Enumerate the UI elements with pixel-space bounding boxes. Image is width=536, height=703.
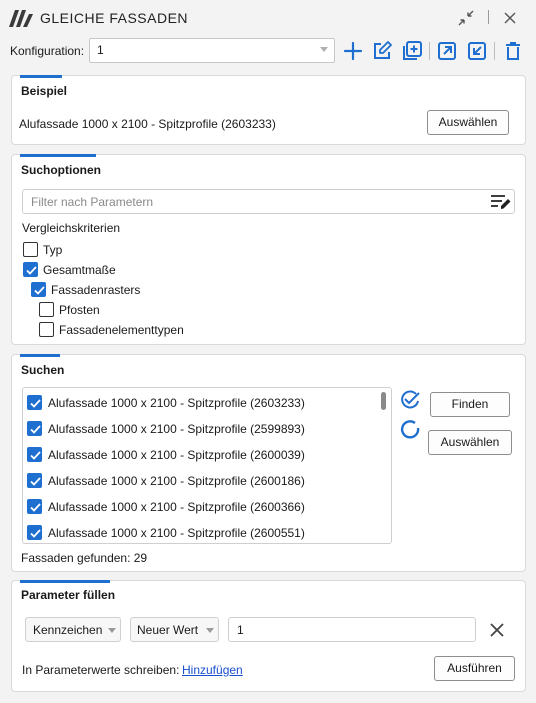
title-bar: GLEICHE FASSADEN — [0, 0, 536, 36]
list-item[interactable]: Alufassade 1000 x 2100 - Spitzprofile (2… — [23, 520, 383, 543]
parameter-filter-input[interactable]: Filter nach Parametern — [22, 189, 515, 214]
select-results-button[interactable]: Auswählen — [428, 430, 512, 455]
clear-icon[interactable] — [488, 621, 506, 639]
parameter-dropdown[interactable]: Kennzeichen — [25, 617, 121, 642]
result-checkbox[interactable] — [27, 525, 42, 540]
logo-icon — [9, 10, 33, 27]
chevron-down-icon — [206, 628, 214, 633]
result-checkbox[interactable] — [27, 473, 42, 488]
criterion-checkbox[interactable] — [23, 242, 38, 257]
fill-params-title: Parameter füllen — [21, 588, 116, 602]
criterion-label: Pfosten — [59, 303, 100, 317]
panel-accent — [20, 154, 96, 157]
fill-params-panel: Parameter füllen Kennzeichen Neuer Wert … — [11, 580, 526, 692]
import-icon[interactable] — [466, 40, 488, 62]
config-select[interactable]: 1 — [89, 38, 335, 63]
checkmark-icon — [30, 477, 41, 486]
result-label: Alufassade 1000 x 2100 - Spitzprofile (2… — [48, 422, 305, 436]
result-checkbox[interactable] — [27, 499, 42, 514]
criterion-label: Typ — [43, 243, 63, 257]
checkmark-icon — [34, 286, 45, 295]
uncheck-all-icon[interactable] — [399, 419, 421, 441]
result-checkbox[interactable] — [27, 395, 42, 410]
result-checkbox[interactable] — [27, 447, 42, 462]
config-select-value: 1 — [97, 43, 104, 57]
result-label: Alufassade 1000 x 2100 - Spitzprofile (2… — [48, 526, 305, 540]
criterion-gesamtmasse[interactable]: Gesamtmaße — [22, 261, 222, 279]
result-label: Alufassade 1000 x 2100 - Spitzprofile (2… — [48, 448, 305, 462]
example-title: Beispiel — [21, 84, 68, 98]
trash-icon[interactable] — [502, 40, 524, 62]
criterion-checkbox[interactable] — [39, 302, 54, 317]
example-select-button[interactable]: Auswählen — [427, 110, 509, 135]
parameter-value-text: 1 — [237, 623, 244, 637]
criterion-fassadenelementtypen[interactable]: Fassadenelementtypen — [38, 321, 258, 339]
list-item[interactable]: Alufassade 1000 x 2100 - Spitzprofile (2… — [23, 442, 383, 468]
edit-icon[interactable] — [371, 40, 393, 62]
criteria-label: Vergleichskriterien — [22, 221, 121, 235]
criterion-pfosten[interactable]: Pfosten — [38, 301, 238, 319]
criterion-typ[interactable]: Typ — [22, 241, 222, 259]
checkmark-icon — [26, 266, 37, 275]
parameter-dropdown-value: Kennzeichen — [33, 623, 103, 637]
mode-dropdown-value: Neuer Wert — [137, 623, 199, 637]
list-item[interactable]: Alufassade 1000 x 2100 - Spitzprofile (2… — [23, 390, 383, 416]
panel-accent — [20, 580, 110, 583]
result-label: Alufassade 1000 x 2100 - Spitzprofile (2… — [48, 500, 305, 514]
chevron-down-icon — [320, 47, 328, 52]
filter-edit-icon[interactable] — [490, 193, 512, 211]
search-panel: Suchen Alufassade 1000 x 2100 - Spitzpro… — [11, 354, 526, 572]
list-item[interactable]: Alufassade 1000 x 2100 - Spitzprofile (2… — [23, 468, 383, 494]
toolbar-separator — [429, 42, 430, 60]
criterion-label: Fassadenrasters — [51, 283, 141, 297]
checkmark-icon — [30, 399, 41, 408]
list-item[interactable]: Alufassade 1000 x 2100 - Spitzprofile (2… — [23, 416, 383, 442]
found-count: Fassaden gefunden: 29 — [21, 551, 148, 565]
plus-icon[interactable] — [342, 40, 364, 62]
filter-placeholder: Filter nach Parametern — [31, 195, 154, 209]
search-options-panel: Suchoptionen Filter nach Parametern Verg… — [11, 154, 526, 345]
find-button[interactable]: Finden — [430, 392, 510, 417]
window-title: GLEICHE FASSADEN — [40, 10, 189, 26]
search-title: Suchen — [21, 363, 65, 377]
add-link[interactable]: Hinzufügen — [182, 663, 243, 677]
close-icon[interactable] — [500, 8, 520, 28]
criterion-checkbox[interactable] — [31, 282, 46, 297]
export-icon[interactable] — [436, 40, 458, 62]
write-label: In Parameterwerte schreiben: — [22, 663, 180, 677]
criterion-label: Fassadenelementtypen — [59, 323, 184, 337]
checkmark-icon — [30, 451, 41, 460]
toolbar-separator — [494, 42, 495, 60]
result-label: Alufassade 1000 x 2100 - Spitzprofile (2… — [48, 396, 305, 410]
checkmark-icon — [30, 503, 41, 512]
results-list[interactable]: Alufassade 1000 x 2100 - Spitzprofile (2… — [22, 387, 392, 544]
panel-accent — [20, 75, 62, 78]
mode-dropdown[interactable]: Neuer Wert — [130, 617, 219, 642]
search-options-title: Suchoptionen — [21, 163, 101, 177]
example-text: Alufassade 1000 x 2100 - Spitzprofile (2… — [19, 117, 276, 131]
chevron-down-icon — [108, 628, 116, 633]
criterion-checkbox[interactable] — [23, 262, 38, 277]
result-label: Alufassade 1000 x 2100 - Spitzprofile (2… — [48, 474, 305, 488]
checkmark-icon — [30, 425, 41, 434]
result-checkbox[interactable] — [27, 421, 42, 436]
config-label: Konfiguration: — [10, 44, 85, 58]
example-panel: Beispiel Alufassade 1000 x 2100 - Spitzp… — [11, 75, 526, 145]
criterion-checkbox[interactable] — [39, 322, 54, 337]
execute-button[interactable]: Ausführen — [434, 656, 515, 681]
duplicate-icon[interactable] — [401, 40, 423, 62]
panel-accent — [20, 354, 60, 357]
checkmark-icon — [30, 529, 41, 538]
criterion-label: Gesamtmaße — [43, 263, 116, 277]
parameter-value-input[interactable]: 1 — [228, 617, 476, 642]
check-all-icon[interactable] — [399, 390, 421, 410]
criterion-fassadenrasters[interactable]: Fassadenrasters — [30, 281, 230, 299]
titlebar-separator — [488, 10, 489, 24]
list-item[interactable]: Alufassade 1000 x 2100 - Spitzprofile (2… — [23, 494, 383, 520]
collapse-icon[interactable] — [456, 8, 476, 28]
